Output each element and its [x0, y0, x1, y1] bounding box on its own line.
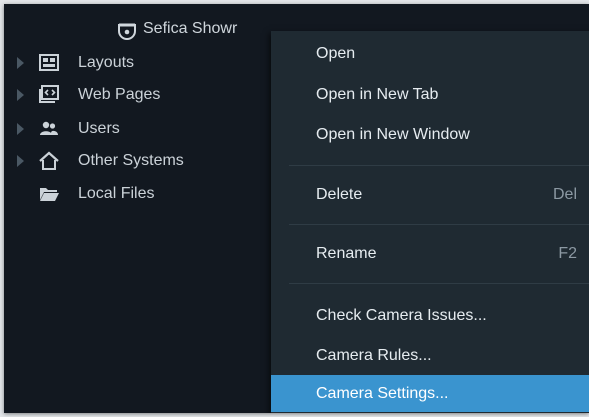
menu-item-delete[interactable]: Delete Del — [271, 176, 589, 213]
menu-item-check-camera-issues[interactable]: Check Camera Issues... — [271, 297, 589, 334]
menu-item-open-in-new-window[interactable]: Open in New Window — [271, 116, 589, 153]
tree-item-label: Local Files — [78, 185, 155, 202]
resource-tree-panel: Sefica Showr Layouts Web Pages Users Oth… — [4, 4, 589, 413]
menu-separator — [289, 283, 589, 284]
folder-icon — [40, 188, 59, 201]
menu-item-open[interactable]: Open — [271, 35, 589, 72]
context-menu: Open Open in New Tab Open in New Window … — [271, 31, 589, 413]
menu-item-camera-rules[interactable]: Camera Rules... — [271, 337, 589, 374]
users-icon — [40, 121, 58, 135]
menu-item-camera-settings[interactable]: Camera Settings... — [271, 375, 589, 412]
tree-item-label: Users — [78, 120, 120, 137]
menu-separator — [289, 165, 589, 166]
expand-arrow-icon[interactable] — [17, 155, 24, 167]
server-name[interactable]: Sefica Showr — [143, 20, 237, 38]
web-pages-icon — [39, 85, 59, 103]
expand-arrow-icon[interactable] — [17, 123, 24, 135]
shortcut-label: Del — [552, 185, 577, 203]
expand-arrow-icon[interactable] — [17, 57, 24, 69]
tree-item-label: Other Systems — [78, 152, 184, 169]
shortcut-label: F2 — [558, 244, 577, 262]
layouts-icon — [39, 54, 59, 71]
server-camera-icon — [118, 23, 136, 40]
expand-arrow-icon[interactable] — [17, 89, 24, 101]
tree-item-label: Layouts — [78, 54, 135, 71]
tree-item-label: Web Pages — [78, 86, 161, 103]
other-systems-icon — [39, 151, 59, 170]
menu-item-rename[interactable]: Rename F2 — [271, 235, 589, 272]
menu-separator — [289, 224, 589, 225]
menu-item-open-in-new-tab[interactable]: Open in New Tab — [271, 76, 589, 113]
